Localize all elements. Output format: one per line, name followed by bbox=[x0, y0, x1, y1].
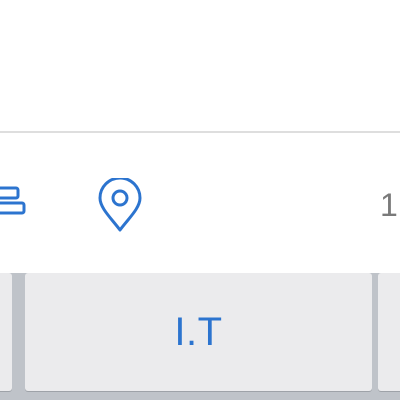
suggestion-key-label: I.T bbox=[174, 309, 223, 354]
tag-icon[interactable] bbox=[0, 185, 26, 225]
suggestion-bar: I.T bbox=[0, 273, 400, 400]
suggestion-key-it[interactable]: I.T bbox=[25, 273, 372, 391]
composer-toolbar bbox=[0, 133, 400, 273]
screen: 1 I.T bbox=[0, 0, 400, 400]
suggestion-key-right[interactable] bbox=[378, 273, 400, 391]
content-area bbox=[0, 0, 400, 131]
location-pin-icon[interactable] bbox=[96, 178, 144, 232]
character-count: 1 bbox=[380, 187, 398, 223]
suggestion-key-left[interactable] bbox=[0, 273, 12, 391]
